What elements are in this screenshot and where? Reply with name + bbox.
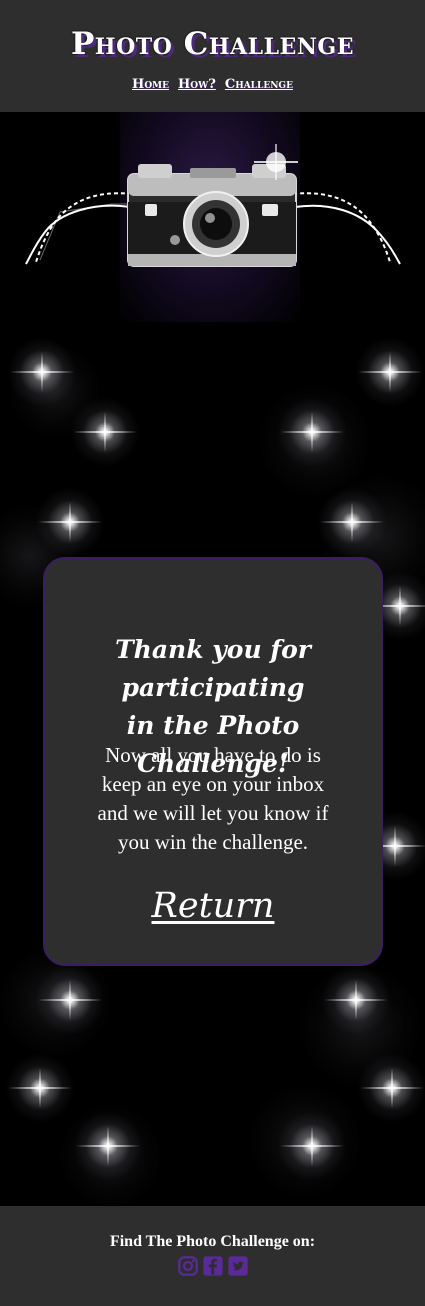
main-nav: Home How? Challenge <box>0 77 425 92</box>
message-line: you win the challenge. <box>117 830 309 854</box>
twitter-icon[interactable] <box>227 1255 249 1277</box>
camera-illustration <box>25 144 401 267</box>
return-link[interactable]: Return <box>45 886 381 926</box>
site-title: Photo Challenge <box>71 26 354 62</box>
sparkle <box>7 337 77 407</box>
message-line: and we will let you know if <box>97 801 329 825</box>
facebook-icon[interactable] <box>202 1255 224 1277</box>
nav-challenge-link[interactable]: Challenge <box>225 77 293 92</box>
sparkle <box>277 397 347 467</box>
hero-camera-image <box>0 112 425 326</box>
sparkle <box>5 1053 75 1123</box>
sparkle <box>317 487 387 557</box>
message-line: keep an eye on your inbox <box>101 772 325 796</box>
sparkle <box>35 487 105 557</box>
social-links <box>0 1255 425 1277</box>
site-footer: Find The Photo Challenge on: <box>0 1206 425 1306</box>
instagram-icon[interactable] <box>177 1255 199 1277</box>
sparkle <box>357 1053 425 1123</box>
nav-how-link[interactable]: How? <box>178 77 216 92</box>
sparkle <box>70 397 140 467</box>
sparkle <box>355 337 425 407</box>
sparkle <box>73 1111 143 1181</box>
site-header: Photo Challenge Home How? Challenge <box>0 0 425 112</box>
sparkle <box>321 965 391 1035</box>
sparkle <box>277 1111 347 1181</box>
footer-text: Find The Photo Challenge on: <box>109 1233 316 1250</box>
card-message: Now all you have to do is keep an eye on… <box>45 741 381 857</box>
nav-home-link[interactable]: Home <box>132 77 169 92</box>
message-line: Now all you have to do is <box>105 743 321 767</box>
sparkle <box>35 965 105 1035</box>
confirmation-card: Thank you for participating in the Photo… <box>43 557 383 966</box>
card-title-line: Thank you for participating <box>115 635 311 702</box>
